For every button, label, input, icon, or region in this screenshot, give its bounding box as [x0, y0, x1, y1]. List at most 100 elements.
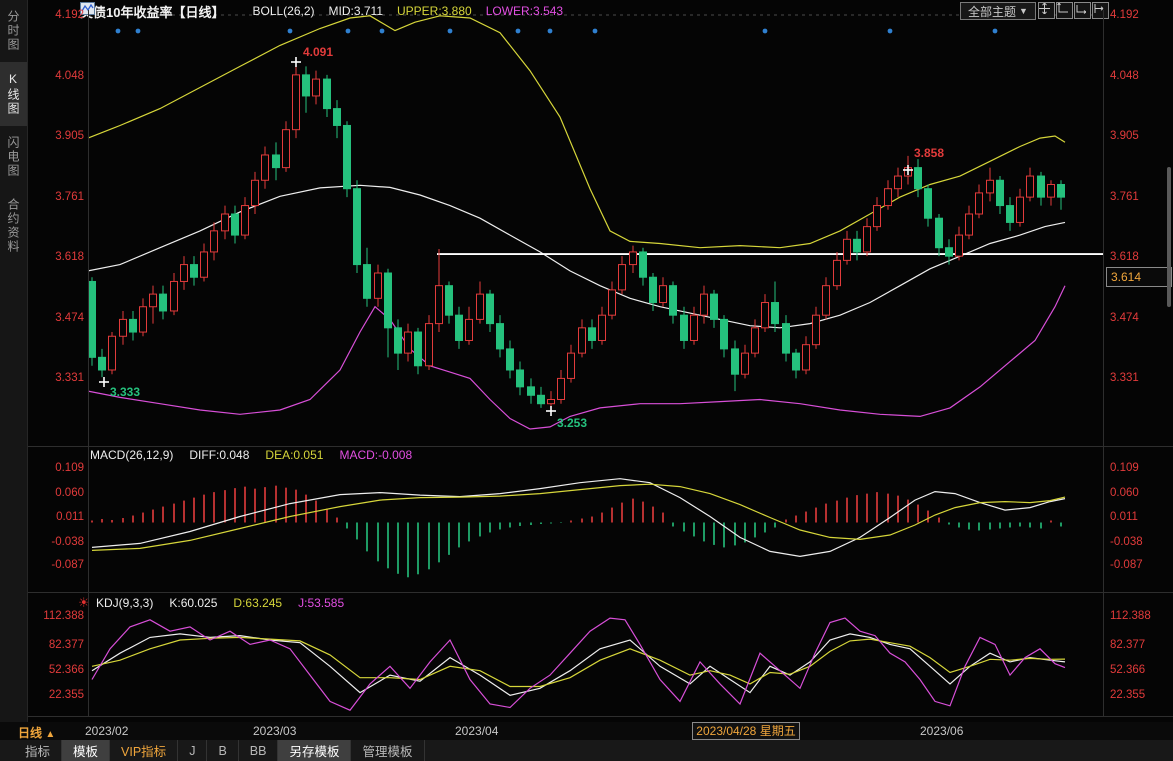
candle: [660, 286, 667, 303]
tab-另存模板[interactable]: 另存模板: [278, 740, 351, 761]
axis-label: 112.388: [1110, 609, 1170, 623]
axis-label: -0.038: [28, 535, 84, 549]
triangle-up-icon: ▲: [45, 729, 55, 740]
tab-管理模板[interactable]: 管理模板: [351, 740, 424, 761]
candle: [548, 399, 555, 403]
candle: [405, 332, 412, 353]
axis-label: 0.011: [28, 510, 84, 524]
time-axis-label: 2023/04: [455, 724, 498, 738]
move-icon[interactable]: [1038, 2, 1055, 19]
scale-x-axis-icon[interactable]: [1074, 2, 1091, 19]
tab-VIP指标[interactable]: VIP指标: [110, 740, 178, 761]
candle: [181, 265, 188, 282]
axis-label: 3.331: [28, 371, 84, 385]
axis-label: 0.109: [28, 461, 84, 475]
candle: [354, 189, 361, 265]
divider: [28, 592, 1173, 593]
theme-dropdown[interactable]: 全部主题 ▼: [960, 2, 1036, 20]
candle: [670, 286, 677, 316]
plot-right-border: [1103, 10, 1104, 716]
page-title: 美债10年收益率【日线】: [80, 2, 224, 21]
event-dot: [548, 29, 553, 34]
candle: [344, 125, 351, 188]
candle: [976, 193, 983, 214]
candle: [742, 353, 749, 374]
tab-BB[interactable]: BB: [239, 740, 279, 761]
candle: [579, 328, 586, 353]
price-annotation: 4.091: [303, 45, 333, 59]
candle: [395, 328, 402, 353]
period-selector-label: 日线: [18, 726, 42, 740]
event-dot: [288, 29, 293, 34]
tab-指标[interactable]: 指标: [14, 740, 62, 761]
time-axis-label: 2023/02: [85, 724, 128, 738]
candle: [946, 248, 953, 256]
axis-label: 0.011: [1110, 510, 1170, 524]
event-dot: [116, 29, 121, 34]
candle: [385, 273, 392, 328]
candle: [997, 180, 1004, 205]
selected-date-marker: 2023/04/28 星期五: [692, 722, 800, 740]
axis-label: 4.048: [1110, 69, 1170, 83]
kdj-j-value: J:53.585: [298, 596, 344, 610]
kdj-k-value: K:60.025: [169, 596, 217, 610]
event-dot: [448, 29, 453, 34]
candle: [303, 75, 310, 96]
sidebar-item-闪电图[interactable]: 闪电图: [0, 126, 27, 188]
left-sidebar: 分时图K线图闪电图合约资料: [0, 0, 28, 722]
candle: [619, 265, 626, 290]
candle: [497, 324, 504, 349]
event-dot: [763, 29, 768, 34]
boll-mid-value: MID:3.711: [329, 4, 383, 18]
event-dot: [380, 29, 385, 34]
kdj-label: KDJ(9,3,3): [96, 596, 153, 610]
candle: [109, 336, 116, 370]
candle: [640, 252, 647, 277]
tab-模板[interactable]: 模板: [62, 740, 110, 761]
tab-J[interactable]: J: [178, 740, 207, 761]
chevron-down-icon: ▼: [1019, 6, 1028, 16]
pan-right-icon[interactable]: [1092, 2, 1109, 19]
candle: [487, 294, 494, 324]
candle: [691, 315, 698, 340]
divider: [28, 716, 1173, 717]
axis-label: 3.474: [28, 311, 84, 325]
time-axis-label: 2023/06: [920, 724, 963, 738]
vertical-scrollbar[interactable]: [1167, 167, 1171, 307]
candle: [854, 239, 861, 252]
candle: [191, 265, 198, 278]
axis-label: 4.192: [1110, 8, 1170, 22]
boll-lower-value: LOWER:3.543: [486, 4, 563, 18]
candle: [171, 281, 178, 311]
macd-label: MACD(26,12,9): [90, 448, 173, 462]
main-chart-header: 美债10年收益率【日线】 BOLL(26,2) MID:3.711 UPPER:…: [80, 2, 563, 20]
candle: [426, 324, 433, 366]
candle: [456, 315, 463, 340]
period-selector[interactable]: 日线 ▲: [18, 724, 55, 741]
candle: [222, 214, 229, 231]
price-annotation: 3.858: [914, 146, 944, 160]
axis-label: -0.087: [28, 558, 84, 572]
axis-label: 52.366: [1110, 663, 1170, 677]
scale-y-axis-icon[interactable]: [1056, 2, 1073, 19]
sidebar-item-合约资料[interactable]: 合约资料: [0, 188, 27, 264]
axis-label: 3.761: [1110, 190, 1170, 204]
axis-label: 3.618: [28, 250, 84, 264]
candle: [130, 319, 137, 332]
charts-canvas[interactable]: [0, 0, 1173, 761]
candle: [538, 395, 545, 403]
event-dot: [993, 29, 998, 34]
candle: [609, 290, 616, 315]
candle: [150, 294, 157, 307]
sidebar-item-分时图[interactable]: 分时图: [0, 0, 27, 62]
candle: [803, 345, 810, 370]
candle: [793, 353, 800, 370]
candle: [711, 294, 718, 319]
tab-B[interactable]: B: [207, 740, 238, 761]
candle: [956, 235, 963, 256]
candle: [1048, 184, 1055, 197]
sidebar-item-K线图[interactable]: K线图: [0, 62, 27, 126]
candle: [252, 180, 259, 205]
candle: [120, 319, 127, 336]
candle: [650, 277, 657, 302]
